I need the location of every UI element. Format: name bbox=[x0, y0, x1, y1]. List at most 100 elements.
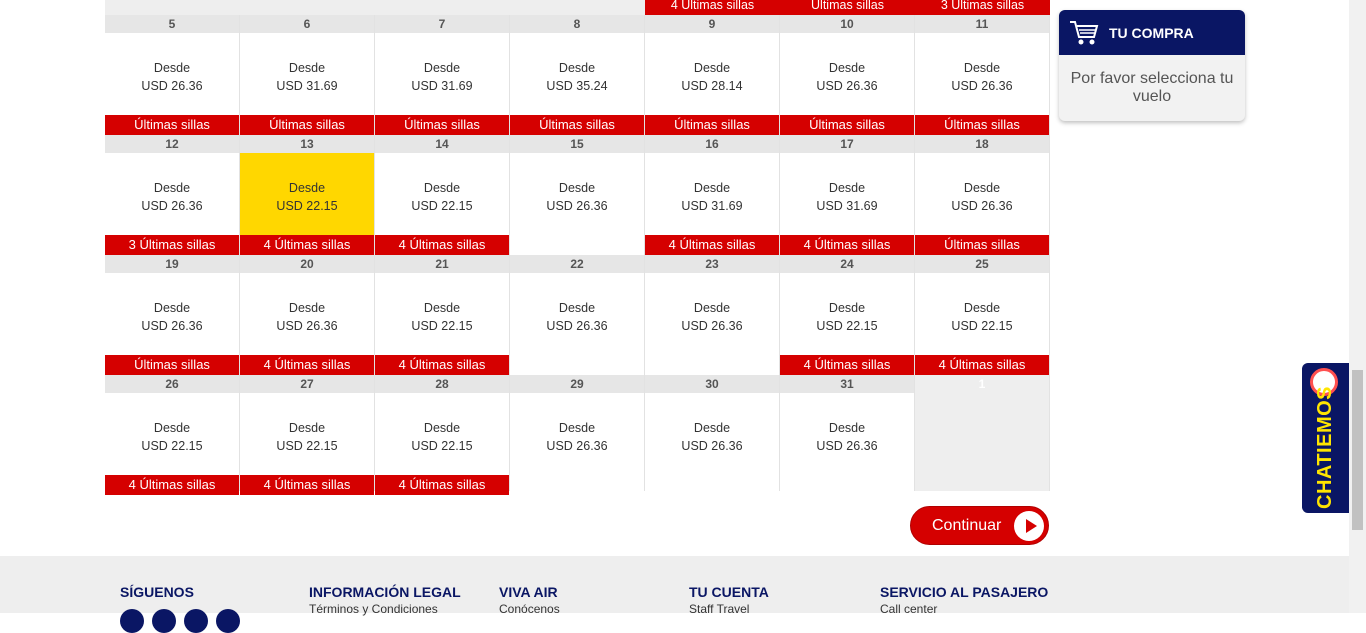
calendar-day[interactable]: 16 Desde USD 31.69 4 Últimas sillas bbox=[645, 135, 780, 255]
fare-price: USD 26.36 bbox=[546, 439, 608, 453]
seat-availability-badge: 4 Últimas sillas bbox=[240, 355, 374, 375]
fare-info: Desde USD 26.36 bbox=[780, 393, 914, 475]
seat-availability-badge: Últimas sillas bbox=[240, 115, 374, 135]
calendar-day[interactable]: 5 Desde USD 26.36 Últimas sillas bbox=[105, 15, 240, 135]
fare-from-label: Desde bbox=[288, 421, 326, 435]
fare-from-label: Desde bbox=[423, 421, 461, 435]
purchase-summary-message: Por favor selecciona tu vuelo bbox=[1070, 70, 1234, 105]
calendar-day[interactable]: 12 Desde USD 26.36 3 Últimas sillas bbox=[105, 135, 240, 255]
fare-from-label: Desde bbox=[153, 181, 191, 195]
fare-from-label: Desde bbox=[828, 181, 866, 195]
footer-link[interactable]: Call center bbox=[880, 602, 1048, 616]
continue-label: Continuar bbox=[932, 517, 1002, 534]
fare-info: Desde USD 22.15 bbox=[105, 393, 239, 475]
fare-from-label: Desde bbox=[558, 61, 596, 75]
calendar-day[interactable]: 15 Desde USD 26.36 bbox=[510, 135, 645, 255]
calendar-day[interactable]: 14 Desde USD 22.15 4 Últimas sillas bbox=[375, 135, 510, 255]
calendar-day[interactable]: 19 Desde USD 26.36 Últimas sillas bbox=[105, 255, 240, 375]
calendar-day[interactable]: 28 Desde USD 22.15 4 Últimas sillas bbox=[375, 375, 510, 495]
day-number: 24 bbox=[780, 255, 914, 273]
calendar-day[interactable]: 23 Desde USD 26.36 bbox=[645, 255, 780, 375]
fare-price: USD 26.36 bbox=[546, 319, 608, 333]
fare-from-label: Desde bbox=[558, 181, 596, 195]
fare-from-label: Desde bbox=[423, 61, 461, 75]
calendar-day-selected[interactable]: 13 Desde USD 22.15 4 Últimas sillas bbox=[240, 135, 375, 255]
footer-column: SERVICIO AL PASAJERO Call center bbox=[880, 584, 1048, 616]
footer-link[interactable]: Staff Travel bbox=[689, 602, 769, 616]
calendar-day[interactable]: 20 Desde USD 26.36 4 Últimas sillas bbox=[240, 255, 375, 375]
fare-price: USD 26.36 bbox=[141, 79, 203, 93]
fare-info: Desde USD 26.36 bbox=[645, 273, 779, 355]
calendar-day[interactable]: 7 Desde USD 31.69 Últimas sillas bbox=[375, 15, 510, 135]
day-number: 20 bbox=[240, 255, 374, 273]
fare-from-label: Desde bbox=[288, 61, 326, 75]
footer-link[interactable]: Conócenos bbox=[499, 602, 560, 616]
fare-from-label: Desde bbox=[153, 301, 191, 315]
fare-price: USD 22.15 bbox=[951, 319, 1013, 333]
calendar-day[interactable]: 22 Desde USD 26.36 bbox=[510, 255, 645, 375]
fare-from-label: Desde bbox=[558, 421, 596, 435]
day-number: 16 bbox=[645, 135, 779, 153]
chat-widget-button[interactable]: CHATIEMOS bbox=[1302, 363, 1349, 513]
scrollbar-thumb[interactable] bbox=[1352, 370, 1363, 530]
site-footer: SÍGUENOS INFORMACIÓN LEGAL Términos y Cond… bbox=[0, 556, 1349, 633]
seat-availability-badge: Últimas sillas bbox=[780, 115, 914, 135]
calendar-day[interactable]: 30 Desde USD 26.36 bbox=[645, 375, 780, 491]
fare-info: Desde USD 22.15 bbox=[375, 153, 509, 235]
calendar-day[interactable]: 18 Desde USD 26.36 Últimas sillas bbox=[915, 135, 1050, 255]
day-number: 7 bbox=[375, 15, 509, 33]
fare-from-label: Desde bbox=[963, 181, 1001, 195]
footer-column: SÍGUENOS bbox=[120, 584, 194, 600]
fare-price: USD 35.24 bbox=[546, 79, 608, 93]
page-scrollbar[interactable] bbox=[1349, 0, 1366, 613]
fare-from-label: Desde bbox=[288, 301, 326, 315]
fare-price: USD 31.69 bbox=[276, 79, 338, 93]
day-number: 27 bbox=[240, 375, 374, 393]
fare-from-label: Desde bbox=[963, 301, 1001, 315]
fare-price: USD 22.15 bbox=[411, 199, 473, 213]
fare-from-label: Desde bbox=[828, 61, 866, 75]
fare-info: Desde USD 31.69 bbox=[240, 33, 374, 115]
seat-availability-badge: Últimas sillas bbox=[915, 235, 1049, 255]
fare-from-label: Desde bbox=[693, 61, 731, 75]
purchase-summary-header: TU COMPRA bbox=[1059, 10, 1245, 55]
fare-price: USD 22.15 bbox=[411, 319, 473, 333]
calendar-day[interactable]: 21 Desde USD 22.15 4 Últimas sillas bbox=[375, 255, 510, 375]
calendar-day[interactable]: 9 Desde USD 28.14 Últimas sillas bbox=[645, 15, 780, 135]
calendar-day[interactable]: 11 Desde USD 26.36 Últimas sillas bbox=[915, 15, 1050, 135]
fare-info: Desde USD 28.14 bbox=[645, 33, 779, 115]
calendar-day[interactable]: 8 Desde USD 35.24 Últimas sillas bbox=[510, 15, 645, 135]
fare-from-label: Desde bbox=[693, 421, 731, 435]
chat-label: CHATIEMOS bbox=[1314, 385, 1336, 509]
day-number: 17 bbox=[780, 135, 914, 153]
calendar-day[interactable]: 25 Desde USD 22.15 4 Últimas sillas bbox=[915, 255, 1050, 375]
calendar-day[interactable]: 24 Desde USD 22.15 4 Últimas sillas bbox=[780, 255, 915, 375]
fare-from-label: Desde bbox=[963, 61, 1001, 75]
day-number: 12 bbox=[105, 135, 239, 153]
day-number: 1 bbox=[915, 375, 1049, 393]
day-number: 26 bbox=[105, 375, 239, 393]
fare-from-label: Desde bbox=[288, 181, 326, 195]
calendar-cell-partial bbox=[510, 0, 646, 15]
seat-availability-badge: Últimas sillas bbox=[915, 115, 1049, 135]
fare-info: Desde USD 26.36 bbox=[105, 273, 239, 355]
calendar-day[interactable]: 27 Desde USD 22.15 4 Últimas sillas bbox=[240, 375, 375, 495]
footer-link[interactable]: Términos y Condiciones bbox=[309, 602, 461, 616]
calendar-cell-partial bbox=[105, 0, 241, 15]
shopping-cart-icon bbox=[1070, 21, 1099, 45]
calendar-day[interactable]: 31 Desde USD 26.36 bbox=[780, 375, 915, 491]
fare-price: USD 26.36 bbox=[141, 319, 203, 333]
calendar-day[interactable]: 6 Desde USD 31.69 Últimas sillas bbox=[240, 15, 375, 135]
flight-calendar: 4 Últimas sillas Últimas sillas 3 Últimas … bbox=[105, 0, 1051, 496]
fare-info: Desde USD 31.69 bbox=[375, 33, 509, 115]
seat-availability-badge: 3 Últimas sillas bbox=[105, 235, 239, 255]
calendar-day[interactable]: 26 Desde USD 22.15 4 Últimas sillas bbox=[105, 375, 240, 495]
fare-price: USD 22.15 bbox=[276, 439, 338, 453]
continue-button[interactable]: Continuar bbox=[910, 506, 1049, 545]
calendar-cell-partial bbox=[375, 0, 511, 15]
fare-price: USD 31.69 bbox=[681, 199, 743, 213]
calendar-day[interactable]: 10 Desde USD 26.36 Últimas sillas bbox=[780, 15, 915, 135]
calendar-day[interactable]: 17 Desde USD 31.69 4 Últimas sillas bbox=[780, 135, 915, 255]
fare-info: Desde USD 35.24 bbox=[510, 33, 644, 115]
calendar-day[interactable]: 29 Desde USD 26.36 bbox=[510, 375, 645, 491]
